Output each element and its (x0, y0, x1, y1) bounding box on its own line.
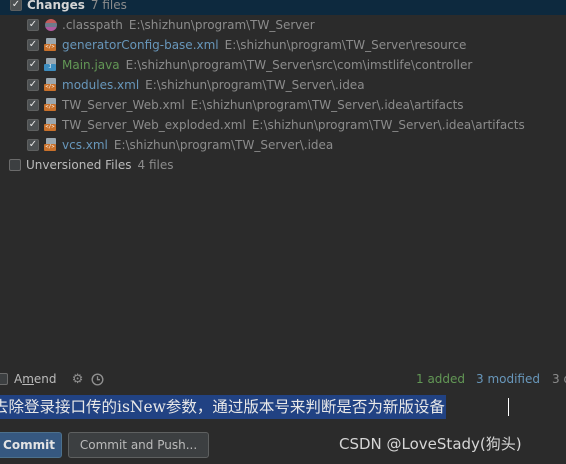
file-name: .classpath (62, 18, 123, 32)
file-row[interactable]: ✓ .classpath E:\shizhun\program\TW_Server (0, 15, 315, 35)
file-path: E:\shizhun\program\TW_Server\src\com\ims… (125, 58, 473, 72)
file-row[interactable]: ✓ </> TW_Server_Web.xml E:\shizhun\program\… (0, 95, 464, 115)
java-file-icon: J (44, 58, 58, 72)
xml-file-icon: </> (44, 98, 58, 112)
file-name: TW_Server_Web_exploded.xml (62, 118, 246, 132)
commit-panel: ✓ Changes 7 files ✓ .classpath E:\shizhun\… (0, 0, 566, 464)
added-count: 1 added (416, 372, 466, 386)
amend-checkbox[interactable] (0, 373, 8, 385)
file-path: E:\shizhun\program\TW_Server\.idea (113, 138, 334, 152)
commit-button[interactable]: Commit (0, 432, 62, 458)
file-checkbox[interactable]: ✓ (27, 79, 39, 91)
watermark: CSDN @LoveStady(狗头) (339, 435, 522, 453)
amend-label[interactable]: Amend (14, 372, 57, 386)
commit-and-push-label: Commit and Push... (79, 438, 198, 452)
changes-checkbox[interactable]: ✓ (10, 0, 22, 11)
commit-message-editor[interactable]: 去除登录接口传的isNew参数，通过版本号来判断是否为新版设备 (0, 395, 566, 419)
commit-options-bar: Amend ⚙ 1 added 3 modified 3 d (0, 368, 566, 390)
file-name: generatorConfig-base.xml (62, 38, 219, 52)
unversioned-count: 4 files (137, 158, 174, 172)
commit-and-push-button[interactable]: Commit and Push... (68, 432, 209, 458)
file-row[interactable]: ✓ J Main.java E:\shizhun\program\TW_Server\… (0, 55, 472, 75)
file-checkbox[interactable]: ✓ (27, 39, 39, 51)
file-path: E:\shizhun\program\TW_Server\.idea\artif… (190, 98, 464, 112)
file-name: vcs.xml (62, 138, 108, 152)
file-row[interactable]: ✓ </> generatorConfig-base.xml E:\shizhun\p… (0, 35, 466, 55)
clock-icon[interactable] (91, 372, 105, 386)
extra-count: 3 d (552, 372, 566, 386)
file-row[interactable]: ✓ </> TW_Server_Web_exploded.xml E:\shizhun… (0, 115, 525, 135)
gear-icon[interactable]: ⚙ (71, 372, 85, 387)
file-checkbox[interactable]: ✓ (27, 99, 39, 111)
changes-count: 7 files (90, 0, 127, 12)
xml-file-icon: </> (44, 38, 58, 52)
file-path: E:\shizhun\program\TW_Server\resource (224, 38, 467, 52)
file-checkbox[interactable]: ✓ (27, 119, 39, 131)
file-name: Main.java (62, 58, 120, 72)
file-path: E:\shizhun\program\TW_Server\.idea (145, 78, 365, 92)
commit-button-label: Commit (3, 438, 55, 452)
file-name: modules.xml (62, 78, 140, 92)
file-checkbox[interactable]: ✓ (27, 139, 39, 151)
commit-message-text[interactable]: 去除登录接口传的isNew参数，通过版本号来判断是否为新版设备 (0, 395, 446, 419)
unversioned-group-header[interactable]: Unversioned Files 4 files (0, 155, 173, 175)
modified-count: 3 modified (476, 372, 540, 386)
file-name: TW_Server_Web.xml (62, 98, 185, 112)
xml-file-icon: </> (44, 118, 58, 132)
file-checkbox[interactable]: ✓ (27, 59, 39, 71)
text-caret (508, 398, 509, 416)
changes-group-header[interactable]: ✓ Changes 7 files (0, 0, 566, 15)
file-checkbox[interactable]: ✓ (27, 19, 39, 31)
classpath-icon (44, 18, 58, 32)
file-row[interactable]: ✓ </> vcs.xml E:\shizhun\program\TW_Server\… (0, 135, 333, 155)
amend-mnemonic: m (22, 372, 34, 386)
unversioned-checkbox[interactable] (9, 159, 21, 171)
file-path: E:\shizhun\program\TW_Server (128, 18, 315, 32)
file-row[interactable]: ✓ </> modules.xml E:\shizhun\program\TW_Ser… (0, 75, 365, 95)
xml-file-icon: </> (44, 78, 58, 92)
unversioned-label: Unversioned Files (26, 158, 132, 172)
file-path: E:\shizhun\program\TW_Server\.idea\artif… (251, 118, 525, 132)
changes-tree: ✓ Changes 7 files ✓ .classpath E:\shizhun\… (0, 0, 566, 370)
changes-label: Changes (27, 0, 85, 12)
xml-file-icon: </> (44, 138, 58, 152)
